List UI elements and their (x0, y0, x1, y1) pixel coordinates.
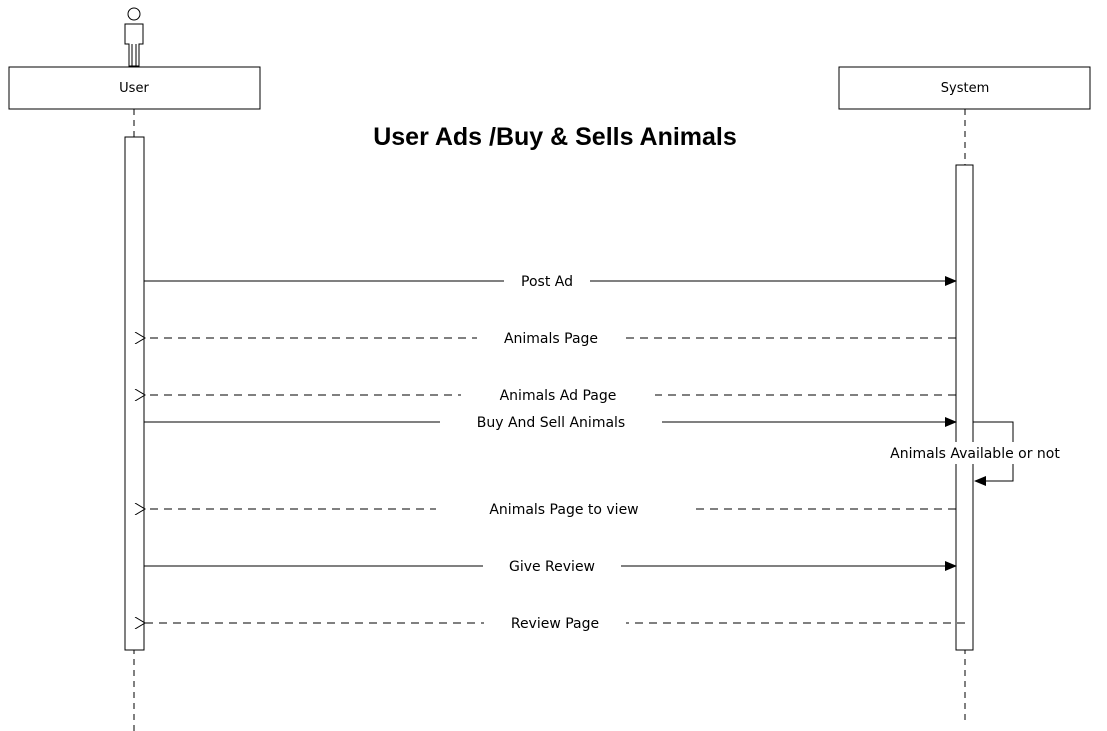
lifeline-user-label: User (119, 81, 149, 96)
message-label: Animals Ad Page (500, 388, 617, 404)
message-animals-available-or-not: Animals Available or not (848, 421, 1104, 486)
lifeline-user-head: User (8, 66, 261, 110)
diagram-title: User Ads /Buy & Sells Animals (373, 123, 737, 151)
message-label: Animals Page to view (489, 502, 638, 518)
message-label: Review Page (511, 616, 599, 632)
message-label: Animals Page (504, 331, 598, 347)
message-animals-ad-page: Animals Ad Page (145, 385, 956, 405)
activation-user (124, 136, 145, 651)
diagram-svg: User Ads /Buy & Sells Animals User Syste… (8, 7, 1104, 731)
message-label: Post Ad (521, 274, 573, 290)
lifeline-system-label: System (941, 81, 989, 96)
activation-system (955, 164, 974, 651)
message-post-ad: Post Ad (144, 271, 957, 291)
message-give-review: Give Review (144, 556, 957, 576)
message-label: Buy And Sell Animals (477, 415, 625, 431)
message-buy-and-sell-animals: Buy And Sell Animals (144, 412, 957, 432)
message-animals-page-to-view: Animals Page to view (145, 499, 956, 519)
message-label: Give Review (509, 559, 595, 575)
lifeline-system-head: System (838, 66, 1091, 110)
message-review-page: Review Page (145, 613, 965, 633)
message-animals-page: Animals Page (145, 328, 956, 348)
message-label: Animals Available or not (890, 446, 1060, 462)
actor-icon (124, 7, 144, 67)
sequence-diagram: User Ads /Buy & Sells Animals User Syste… (0, 0, 1107, 731)
